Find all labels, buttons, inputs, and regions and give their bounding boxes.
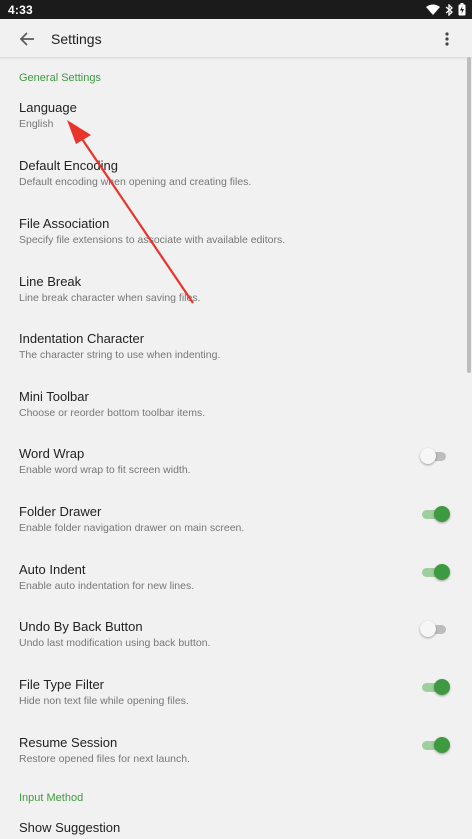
back-button[interactable] [14,26,40,52]
word-wrap-switch[interactable] [420,448,450,464]
pref-folder-drawer[interactable]: Folder Drawer Enable folder navigation d… [0,504,466,561]
pref-summary: Default encoding when opening and creati… [19,176,252,188]
pref-summary: Hide non text file while opening files. [19,695,189,707]
pref-undo-by-back-button[interactable]: Undo By Back Button Undo last modificati… [0,619,466,676]
more-options-button[interactable] [434,26,460,52]
pref-file-association[interactable]: File Association Specify file extensions… [0,216,466,273]
section-header-general: General Settings [19,72,101,84]
arrow-back-icon [19,32,34,46]
pref-mini-toolbar[interactable]: Mini Toolbar Choose or reorder bottom to… [0,389,466,446]
scrollbar[interactable] [467,57,471,373]
pref-summary: English [19,118,54,130]
pref-line-break[interactable]: Line Break Line break character when sav… [0,274,466,331]
pref-file-type-filter[interactable]: File Type Filter Hide non text file whil… [0,677,466,734]
pref-title: Mini Toolbar [19,389,89,404]
pref-summary: Enable auto indentation for new lines. [19,580,195,592]
pref-title: Resume Session [19,735,118,750]
settings-list: General Settings Language English Defaul… [0,58,472,839]
pref-title: Undo By Back Button [19,619,143,634]
more-vert-icon [445,32,449,46]
pref-summary: Undo last modification using back button… [19,637,211,649]
pref-summary: Line break character when saving files. [19,292,201,304]
pref-default-encoding[interactable]: Default Encoding Default encoding when o… [0,158,466,215]
pref-title: File Type Filter [19,677,105,692]
pref-summary: Choose or reorder bottom toolbar items. [19,407,206,419]
pref-summary: The character string to use when indenti… [19,349,221,361]
pref-auto-indent[interactable]: Auto Indent Enable auto indentation for … [0,562,466,619]
pref-summary: Enable folder navigation drawer on main … [19,522,245,534]
section-header-input-method: Input Method [19,792,84,804]
pref-word-wrap[interactable]: Word Wrap Enable word wrap to fit screen… [0,446,466,503]
bluetooth-icon [445,3,453,16]
resume-session-switch[interactable] [420,737,450,753]
pref-title: Auto Indent [19,562,86,577]
pref-title: File Association [19,216,110,231]
undo-by-back-button-switch[interactable] [420,621,450,637]
pref-title: Show Suggestion [19,820,121,835]
status-bar: 4:33 [0,0,472,19]
pref-title: Indentation Character [19,331,145,346]
pref-summary: Enable word wrap to fit screen width. [19,464,191,476]
page-title: Settings [51,31,102,47]
wifi-icon [426,4,440,15]
pref-language[interactable]: Language English [0,100,466,157]
status-icons [426,2,466,17]
file-type-filter-switch[interactable] [420,679,450,695]
pref-summary: Specify file extensions to associate wit… [19,234,286,246]
pref-summary: Restore opened files for next launch. [19,753,191,765]
status-time: 4:33 [8,3,33,17]
pref-title: Folder Drawer [19,504,102,519]
app-bar: Settings [0,19,472,58]
pref-title: Default Encoding [19,158,119,173]
pref-title: Line Break [19,274,82,289]
battery-charging-icon [458,3,466,16]
pref-indentation-character[interactable]: Indentation Character The character stri… [0,331,466,388]
pref-show-suggestion[interactable]: Show Suggestion [0,820,466,839]
pref-title: Word Wrap [19,446,85,461]
pref-title: Language [19,100,77,115]
folder-drawer-switch[interactable] [420,506,450,522]
pref-resume-session[interactable]: Resume Session Restore opened files for … [0,735,466,792]
auto-indent-switch[interactable] [420,564,450,580]
